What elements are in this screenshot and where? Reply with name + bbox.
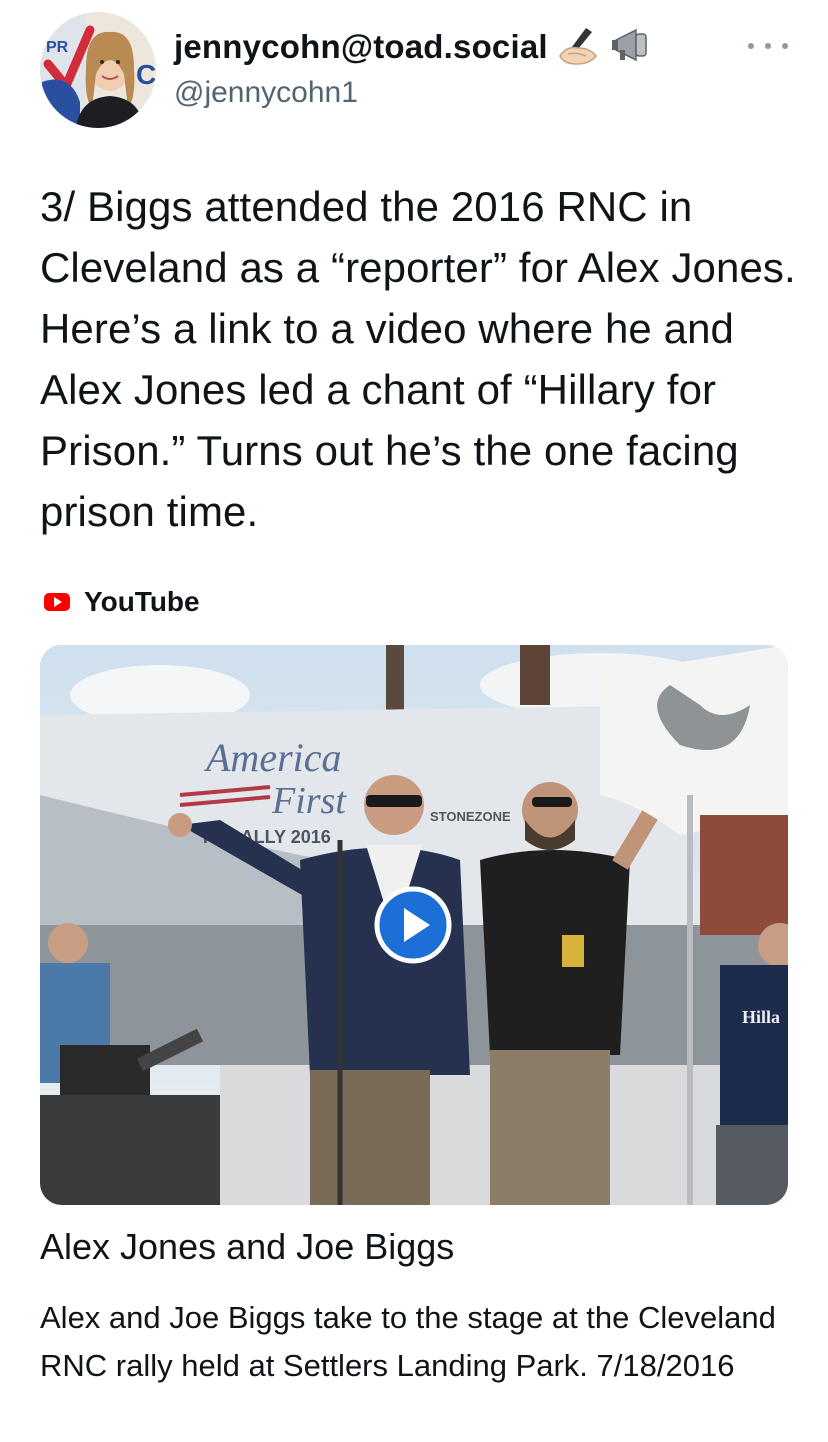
author-avatar[interactable]: PR C bbox=[40, 12, 156, 128]
play-button-icon[interactable] bbox=[374, 886, 452, 964]
banner-text-america: America bbox=[203, 735, 342, 780]
link-card-title[interactable]: Alex Jones and Joe Biggs bbox=[40, 1226, 454, 1268]
author-display-name[interactable]: jennycohn@toad.social bbox=[174, 28, 548, 66]
source-label: YouTube bbox=[84, 586, 200, 617]
more-dot bbox=[765, 43, 771, 49]
link-card-description: Alex and Joe Biggs take to the stage at … bbox=[40, 1300, 776, 1383]
more-dot bbox=[782, 43, 788, 49]
megaphone-icon bbox=[612, 28, 647, 62]
avatar-image: PR C bbox=[40, 12, 156, 128]
writing-hand-icon bbox=[559, 28, 597, 65]
tweet-text: 3/ Biggs attended the 2016 RNC in Clevel… bbox=[40, 183, 796, 535]
link-card-source[interactable]: YouTube bbox=[44, 586, 200, 618]
name-emoji-badges bbox=[556, 26, 652, 66]
banner-text-stonezone: STONEZONE bbox=[430, 809, 511, 824]
avatar-text-pr: PR bbox=[46, 39, 69, 56]
avatar-text-c: C bbox=[136, 59, 156, 90]
more-dot bbox=[748, 43, 754, 49]
more-options-icon[interactable] bbox=[748, 34, 788, 58]
youtube-icon bbox=[44, 593, 70, 611]
shirt-text: Hilla bbox=[742, 1007, 780, 1027]
author-handle[interactable]: @jennycohn1 bbox=[174, 76, 358, 110]
banner-text-first: First bbox=[271, 780, 347, 822]
